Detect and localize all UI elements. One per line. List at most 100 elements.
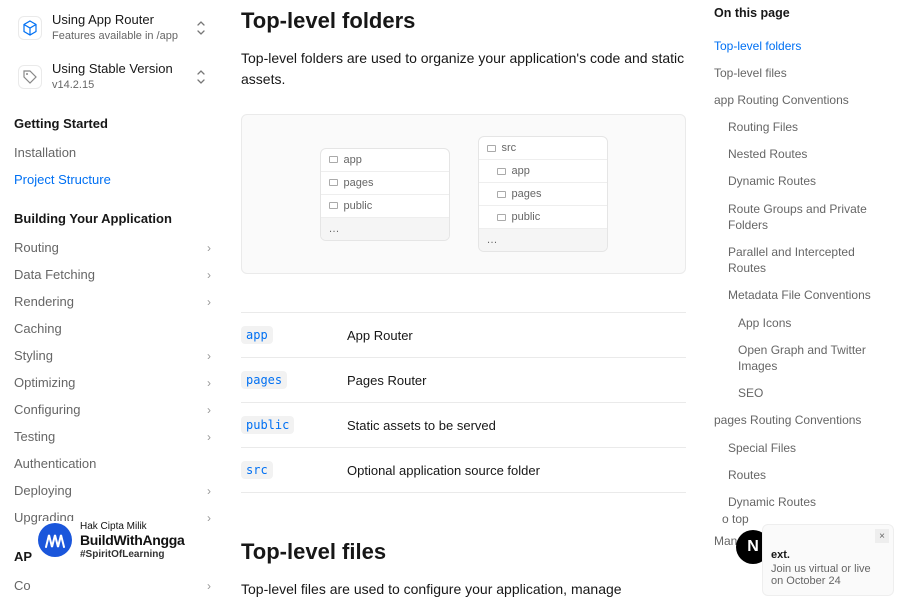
nav-item[interactable]: Deploying› — [14, 477, 211, 504]
router-switcher[interactable]: Using App Router Features available in /… — [14, 6, 211, 49]
nav-item-label: Co — [14, 578, 31, 593]
event-banner: × ext. Join us virtual or live on Octobe… — [762, 524, 894, 596]
tree-item-label: app — [512, 165, 530, 177]
nav-item[interactable]: Co › — [14, 572, 211, 599]
dots-icon: … — [329, 223, 340, 235]
code-label[interactable]: public — [241, 416, 294, 434]
tree-item: pages — [479, 183, 607, 206]
tree-no-src: app pages public … — [320, 148, 450, 241]
nav-item[interactable]: Authentication› — [14, 450, 211, 477]
toc-item[interactable]: pages Routing Conventions — [714, 407, 888, 434]
event-body: Join us virtual or live on October 24 — [771, 563, 885, 587]
folder-icon — [497, 168, 506, 175]
table-desc: Static assets to be served — [347, 418, 496, 433]
nav-item-label: Data Fetching — [14, 267, 95, 282]
tree-item: public — [321, 195, 449, 218]
toc-item[interactable]: Dynamic Routes — [714, 168, 888, 195]
tree-with-src: srcapppagespublic… — [478, 136, 608, 252]
code-label[interactable]: app — [241, 326, 273, 344]
event-title: ext. — [771, 549, 885, 561]
table-desc: App Router — [347, 328, 413, 343]
nav-item[interactable]: Project Structure› — [14, 166, 211, 193]
nav-item[interactable]: Rendering› — [14, 288, 211, 315]
switcher-subtitle: Features available in /app — [52, 29, 185, 43]
nav-item-label: Installation — [14, 145, 76, 160]
toc-item[interactable]: Special Files — [714, 434, 888, 461]
toc-item[interactable]: SEO — [714, 380, 888, 407]
close-icon[interactable]: × — [875, 529, 889, 543]
nav-section-title: Building Your Application — [14, 211, 211, 226]
chevron-right-icon: › — [207, 268, 211, 282]
toc-item[interactable]: Nested Routes — [714, 141, 888, 168]
nav-item[interactable]: Caching› — [14, 315, 211, 342]
tree-item-label: app — [344, 154, 362, 166]
toc-heading: On this page — [714, 6, 888, 20]
folder-diagram: app pages public … src app pages public … — [241, 114, 686, 274]
toc-item[interactable]: Parallel and Intercepted Routes — [714, 239, 888, 282]
watermark-line1: Hak Cipta Milik — [80, 521, 185, 533]
chevron-right-icon: › — [207, 484, 211, 498]
dots-icon: … — [487, 234, 498, 246]
switcher-title: Using App Router — [52, 12, 185, 29]
version-switcher[interactable]: Using Stable Version v14.2.15 — [14, 55, 211, 98]
toc-item[interactable]: Route Groups and Private Folders — [714, 195, 888, 238]
toc-item[interactable]: Routing Files — [714, 114, 888, 141]
toc-item[interactable]: Open Graph and Twitter Images — [714, 336, 888, 379]
nav-item[interactable]: Routing› — [14, 234, 211, 261]
tree-item: src — [479, 137, 607, 160]
folder-icon — [497, 214, 506, 221]
scroll-to-top-link[interactable]: o top — [722, 512, 749, 526]
watermark-line3: #SpiritOfLearning — [80, 549, 185, 561]
tree-item: app — [479, 160, 607, 183]
main-content: Top-level folders Top-level folders are … — [225, 0, 710, 600]
nav-item-label: Rendering — [14, 294, 74, 309]
nav-item-label: Configuring — [14, 402, 81, 417]
chevron-up-down-icon — [195, 69, 207, 85]
cube-icon — [18, 16, 42, 40]
code-label[interactable]: src — [241, 461, 273, 479]
chevron-right-icon: › — [207, 241, 211, 255]
heading-top-level-files: Top-level files — [241, 539, 686, 565]
paragraph-folders-intro: Top-level folders are used to organize y… — [241, 48, 686, 90]
tree-item-label: src — [502, 142, 517, 154]
chevron-right-icon: › — [207, 376, 211, 390]
tree-item-label: pages — [512, 188, 542, 200]
chevron-right-icon: › — [207, 511, 211, 525]
tree-item: pages — [321, 172, 449, 195]
table-row: app App Router — [241, 312, 686, 358]
toc-item[interactable]: App Icons — [714, 309, 888, 336]
watermark-line2: BuildWithAngga — [80, 532, 185, 548]
chevron-right-icon: › — [207, 349, 211, 363]
toc-item[interactable]: Top-level folders — [714, 32, 888, 59]
watermark: Hak Cipta Milik BuildWithAngga #SpiritOf… — [38, 521, 185, 560]
toc-item[interactable]: Routes — [714, 461, 888, 488]
chevron-right-icon: › — [207, 579, 211, 593]
nav-item[interactable]: Configuring › — [14, 396, 211, 423]
chevron-right-icon: › — [207, 430, 211, 444]
table-row: pagesPages Router — [241, 358, 686, 403]
nav-item[interactable]: Data Fetching › — [14, 261, 211, 288]
toc-item[interactable]: Top-level files — [714, 59, 888, 86]
toc-item[interactable]: app Routing Conventions — [714, 86, 888, 113]
chevron-up-down-icon — [195, 20, 207, 36]
nav-item-label: Authentication — [14, 456, 96, 471]
folders-table: app App Router pagesPages Router public Stat… — [241, 312, 686, 493]
tag-icon — [18, 65, 42, 89]
nav-item[interactable]: Installation› — [14, 139, 211, 166]
table-of-contents: On this page Top-level foldersTop-level … — [710, 0, 900, 600]
tree-item: … — [479, 229, 607, 251]
nav-item[interactable]: Testing› — [14, 423, 211, 450]
folder-icon — [329, 202, 338, 209]
nav-item-label: Project Structure — [14, 172, 111, 187]
nav-section-title: Getting Started — [14, 116, 211, 131]
table-row: srcOptional application source folder — [241, 448, 686, 493]
toc-item[interactable]: Metadata File Conventions — [714, 282, 888, 309]
nav-item[interactable]: Optimizing› — [14, 369, 211, 396]
folder-icon — [497, 191, 506, 198]
tree-item-label: pages — [344, 177, 374, 189]
chevron-right-icon: › — [207, 403, 211, 417]
switcher-title: Using Stable Version — [52, 61, 185, 78]
nav-item[interactable]: Styling› — [14, 342, 211, 369]
switcher-subtitle: v14.2.15 — [52, 78, 185, 92]
code-label[interactable]: pages — [241, 371, 287, 389]
